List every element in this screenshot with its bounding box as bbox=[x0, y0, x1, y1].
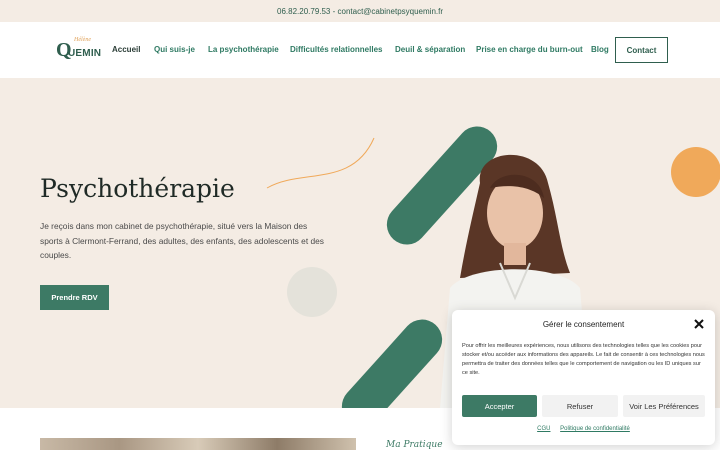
hero-description: Je reçois dans mon cabinet de psychothér… bbox=[40, 221, 324, 260]
decorative-arc bbox=[266, 137, 375, 189]
top-contact-bar: 06.82.20.79.53 - contact@cabinetpsyquemi… bbox=[0, 0, 720, 22]
logo-first-name: Hélène bbox=[74, 37, 91, 43]
view-preferences-button[interactable]: Voir Les Préférences bbox=[623, 395, 705, 417]
decorative-orange-circle bbox=[671, 147, 720, 197]
close-icon[interactable] bbox=[693, 318, 705, 330]
consent-title: Gérer le consentement bbox=[542, 320, 625, 329]
cookie-consent-dialog: Gérer le consentement Pour offrir les me… bbox=[452, 310, 715, 445]
decorative-grey-circle bbox=[287, 267, 337, 317]
nav-item-deuil-separation[interactable]: Deuil & séparation bbox=[395, 45, 465, 54]
accept-button[interactable]: Accepter bbox=[462, 395, 537, 417]
consent-links: CGU Politique de confidentialité bbox=[452, 426, 715, 432]
practice-photo bbox=[40, 438, 356, 450]
nav-item-accueil[interactable]: Accueil bbox=[112, 45, 140, 54]
contact-button[interactable]: Contact bbox=[615, 37, 668, 63]
nav-item-qui-suis-je[interactable]: Qui suis-je bbox=[154, 45, 195, 54]
logo-surname: UEMIN bbox=[68, 48, 102, 59]
consent-text: Pour offrir les meilleures expériences, … bbox=[462, 343, 705, 376]
refuse-button[interactable]: Refuser bbox=[542, 395, 618, 417]
site-logo[interactable]: Hélène Q UEMIN bbox=[56, 37, 108, 65]
privacy-policy-link[interactable]: Politique de confidentialité bbox=[560, 426, 630, 432]
section-subtitle: Ma Pratique bbox=[386, 440, 443, 450]
book-appointment-button[interactable]: Prendre RDV bbox=[40, 285, 109, 310]
nav-item-difficultes-relationnelles[interactable]: Difficultés relationnelles bbox=[290, 45, 382, 54]
nav-item-psychotherapie[interactable]: La psychothérapie bbox=[208, 45, 279, 54]
main-navigation: Hélène Q UEMIN Accueil Qui suis-je La ps… bbox=[0, 22, 720, 78]
cgu-link[interactable]: CGU bbox=[537, 426, 550, 432]
nav-item-blog[interactable]: Blog bbox=[591, 45, 609, 54]
contact-info[interactable]: 06.82.20.79.53 - contact@cabinetpsyquemi… bbox=[277, 7, 443, 16]
hero-title: Psychothérapie bbox=[40, 174, 235, 203]
nav-item-burn-out[interactable]: Prise en charge du burn-out bbox=[476, 45, 583, 54]
